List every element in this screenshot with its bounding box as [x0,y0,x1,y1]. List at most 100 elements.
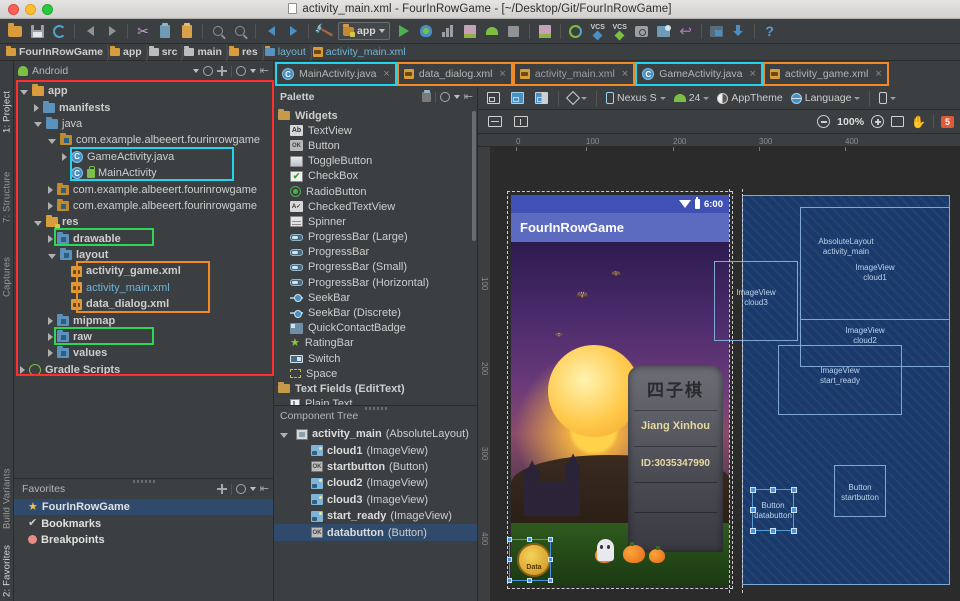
favorites-item[interactable]: ★ FourInRowGame [14,499,273,516]
debug-icon[interactable] [416,22,435,41]
api-level-selector[interactable]: 24 [671,89,713,108]
sidebar-item-build-variants[interactable]: Build Variants [0,444,14,532]
editor-tab-mainactivity-java[interactable]: C MainActivity.java × [275,62,397,86]
chevron-right-icon[interactable] [48,349,53,358]
tree-row[interactable]: activity_main.xml [14,280,273,296]
revert-icon[interactable]: ↩ [676,22,695,41]
blueprint-mode-icon[interactable] [508,89,527,108]
chevron-down-icon[interactable] [48,138,56,144]
chevron-right-icon[interactable] [48,234,53,243]
cut-icon[interactable]: ✂ [134,22,153,41]
both-mode-icon[interactable] [532,89,551,108]
palette-item[interactable]: SeekBar [274,290,477,305]
tree-row[interactable]: com.example.albeeert.fourinrowgame [14,132,273,148]
component-tree-row[interactable]: cloud1 (ImageView) [274,442,477,458]
sdk-download-icon[interactable] [729,22,748,41]
paste-icon[interactable] [178,22,197,41]
settings-gear-icon[interactable] [235,66,246,76]
palette-item[interactable]: ProgressBar (Small) [274,260,477,275]
breadcrumb-item-layout[interactable]: layout [264,44,312,63]
design-canvas[interactable]: 0 100 200 300 400 100 200 300 400 6:00 F… [478,134,960,601]
vcs-update-icon[interactable]: VCS [588,22,607,41]
selected-widget-outline[interactable] [507,537,553,583]
orientation-selector[interactable] [565,89,590,108]
blueprint-view[interactable]: AbsoluteLayout activity_main ImageView c… [714,189,950,593]
sync-project-icon[interactable] [50,22,69,41]
palette-item[interactable]: ✔ CheckBox [274,169,477,184]
tree-row[interactable]: values [14,345,273,361]
design-editor-toolbar[interactable]: Nexus S 24 AppTheme Language [478,87,960,110]
palette-group[interactable]: Widgets [274,108,477,123]
editor-tab-activity-main-xml[interactable]: activity_main.xml × [512,62,636,86]
tree-row[interactable]: mipmap [14,312,273,328]
palette-copy-icon[interactable] [421,90,431,102]
favorites-list[interactable]: ★ FourInRowGame ✔ Bookmarks Breakpoints [14,499,273,548]
palette-item[interactable]: Spinner [274,214,477,229]
breadcrumb-item-main[interactable]: main [184,44,228,63]
component-tree-row[interactable]: OK startbutton (Button) [274,459,477,475]
zoom-out-icon[interactable] [817,115,831,128]
chevron-right-icon[interactable] [62,152,67,161]
breadcrumb-item-src[interactable]: src [148,44,184,63]
stop-icon[interactable] [504,22,523,41]
component-tree-row[interactable]: cloud3 (ImageView) [274,492,477,508]
panel-resize-grip[interactable] [364,407,387,410]
chevron-down-icon[interactable] [20,89,28,95]
find-replace-icon[interactable] [231,22,250,41]
tree-row[interactable]: Gradle Scripts [14,362,273,378]
vcs-commit-icon[interactable]: VCS [610,22,629,41]
undo-icon[interactable] [81,22,100,41]
chevron-down-icon[interactable] [34,122,42,128]
copy-icon[interactable] [156,22,175,41]
chevron-down-icon[interactable] [249,69,256,73]
run-icon[interactable] [394,22,413,41]
tree-row[interactable]: java [14,116,273,132]
palette-item[interactable]: SeekBar (Discrete) [274,305,477,320]
tree-row[interactable]: app [14,83,273,99]
palette-item[interactable]: Ab TextView [274,123,477,138]
locate-icon[interactable] [216,66,227,76]
profile-icon[interactable] [438,22,457,41]
tree-row[interactable]: com.example.albeeert.fourinrowgame [14,181,273,197]
device-screen[interactable]: 6:00 FourInRowGame 🦇 🦇 🦇 四子棋 Jiang Xinho… [511,195,729,585]
breadcrumb[interactable]: FourInRowGame app src main res layout ac… [0,44,960,63]
redo-icon[interactable] [103,22,122,41]
editor-tabs[interactable]: C MainActivity.java × data_dialog.xml × activ… [274,61,960,87]
tree-row[interactable]: C GameActivity.java [14,149,273,165]
component-tree-row[interactable]: start_ready (ImageView) [274,508,477,524]
help-icon[interactable]: ? [760,22,779,41]
tree-row[interactable]: res [14,214,273,230]
save-all-icon[interactable] [28,22,47,41]
panel-resize-grip[interactable] [132,480,155,483]
sidebar-item-favorites[interactable]: 2: Favorites [0,538,14,600]
zoom-in-icon[interactable] [871,115,885,128]
pan-hand-icon[interactable]: ✋ [911,116,926,128]
forward-icon[interactable] [284,22,303,41]
component-tree-row[interactable]: OK databutton (Button) [274,524,477,541]
chevron-down-icon[interactable] [249,487,256,491]
palette-item[interactable]: ToggleButton [274,154,477,169]
palette-item[interactable]: A✓ CheckedTextView [274,199,477,214]
chevron-down-icon[interactable] [192,69,199,73]
device-selector[interactable]: Nexus S [603,89,669,108]
tree-row[interactable]: layout [14,247,273,263]
zoom-toolbar[interactable]: 100% ✋ 5 [478,110,960,134]
chevron-right-icon[interactable] [20,365,25,374]
palette-item[interactable]: OK Button [274,138,477,153]
run-coverage-icon[interactable] [460,22,479,41]
breadcrumb-item-file[interactable]: activity_main.xml [312,46,411,58]
run-configuration-selector[interactable]: app [338,22,390,40]
settings-gear-icon[interactable] [235,484,246,494]
close-icon[interactable]: × [499,68,505,80]
chevron-down-icon[interactable] [453,95,460,99]
device-preview[interactable]: 6:00 FourInRowGame 🦇 🦇 🦇 四子棋 Jiang Xinho… [507,191,733,589]
palette-scrollbar[interactable] [472,111,476,241]
sdk-manager-icon[interactable] [566,22,585,41]
tree-row[interactable]: drawable [14,231,273,247]
hide-panel-icon[interactable]: ⇤ [260,65,269,77]
breadcrumb-item-app[interactable]: app [110,44,148,63]
close-icon[interactable]: × [875,68,881,80]
component-tree-list[interactable]: activity_main (AbsoluteLayout) cloud1 (Imag… [274,426,477,541]
error-count-badge[interactable]: 5 [940,115,954,128]
collapse-all-icon[interactable] [202,66,213,76]
